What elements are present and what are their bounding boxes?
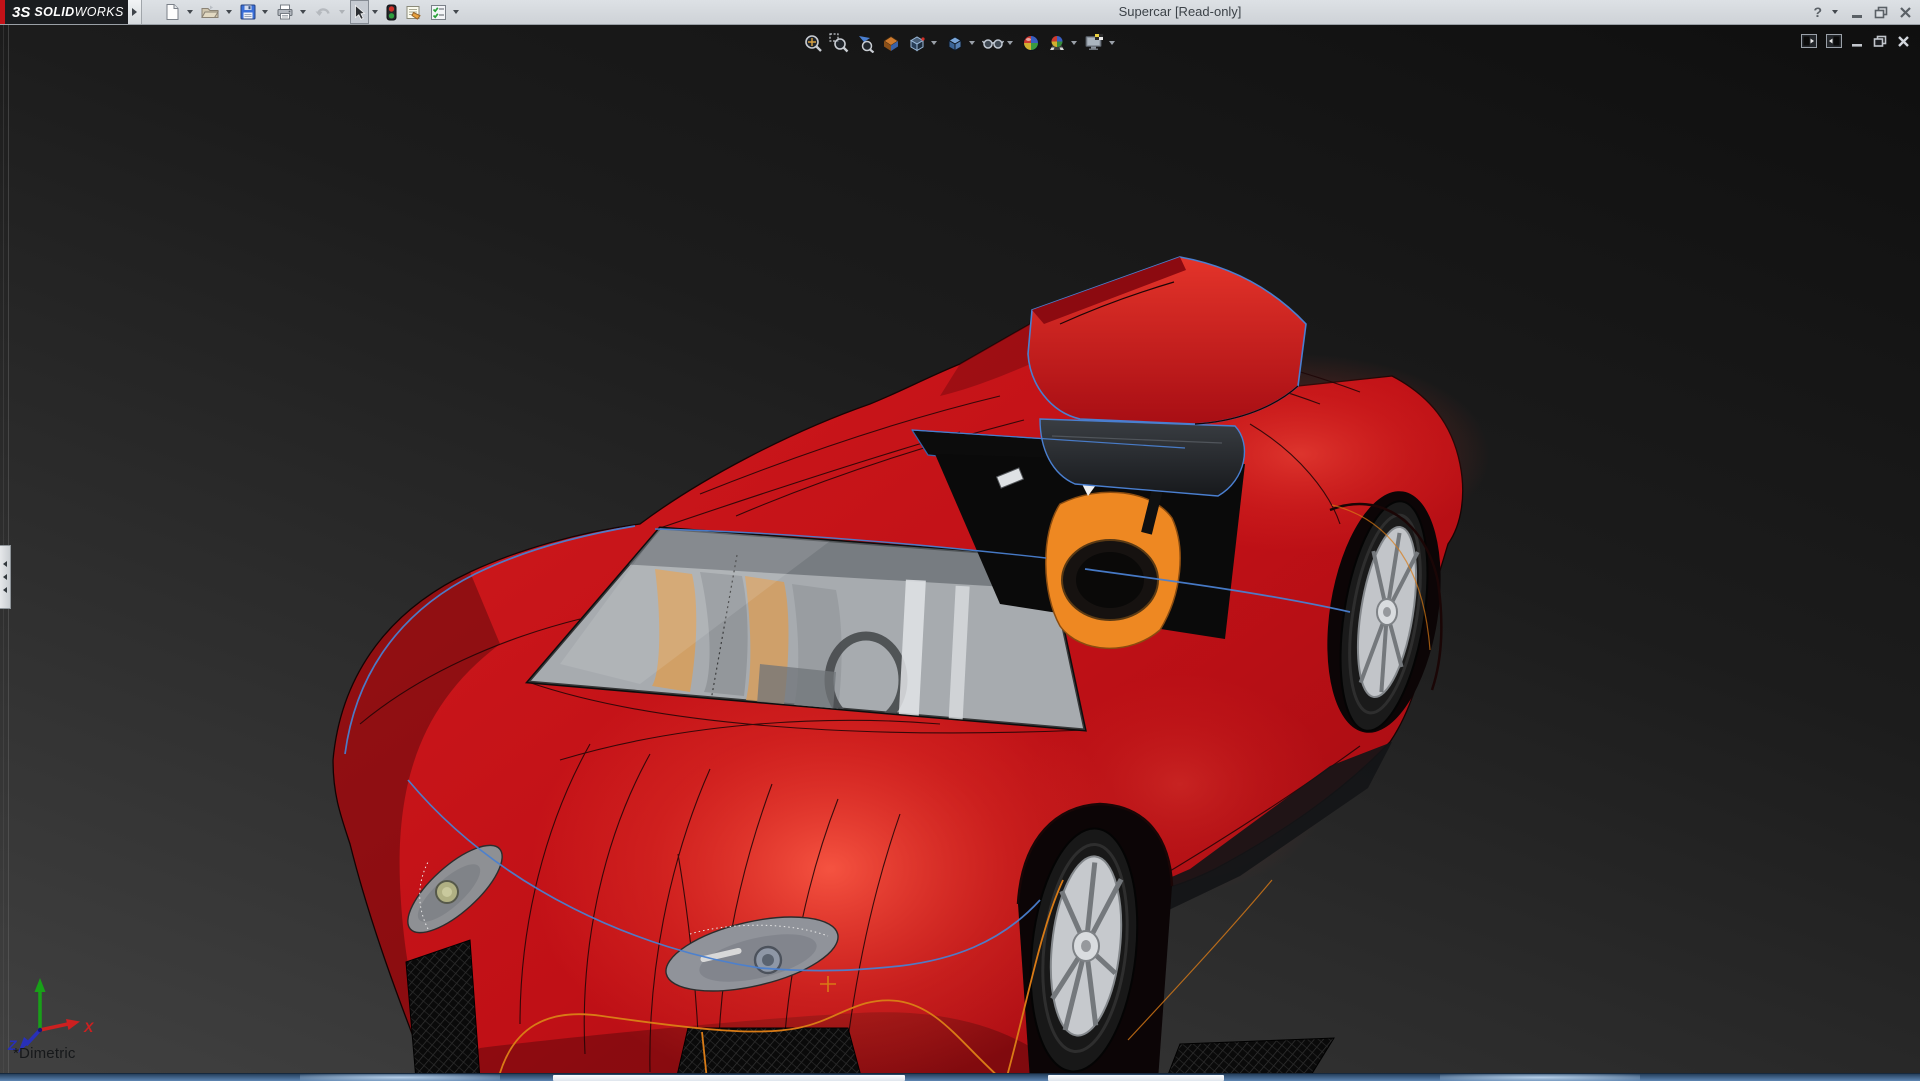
open-document-button[interactable] xyxy=(198,0,223,24)
new-dropdown-caret[interactable] xyxy=(187,10,193,14)
taskbar-segment xyxy=(553,1075,905,1081)
view-orientation-label: *Dimetric xyxy=(13,1045,76,1062)
document-title: Supercar [Read-only] xyxy=(1118,4,1242,19)
help-button[interactable]: ? xyxy=(1811,4,1824,20)
hide-show-items-caret[interactable] xyxy=(1007,41,1013,45)
open-dropdown-caret[interactable] xyxy=(226,10,232,14)
view-orientation-button[interactable] xyxy=(905,31,929,55)
view-orientation-icon xyxy=(910,36,925,52)
display-style-button[interactable] xyxy=(943,31,967,55)
graphics-area[interactable]: X Z *Dimetric xyxy=(0,24,1920,1080)
apply-scene-button[interactable] xyxy=(1045,31,1069,55)
solidworks-window: 3S SOLIDWORKS Supercar [Read-only] ? X Z… xyxy=(0,0,1920,1081)
apply-scene-icon xyxy=(1050,36,1064,50)
zoom-to-fit-button[interactable] xyxy=(801,31,825,55)
display-style-icon xyxy=(948,36,962,52)
previous-view-icon xyxy=(859,36,875,53)
open-folder-icon xyxy=(201,5,219,18)
print-button[interactable] xyxy=(273,0,297,24)
select-dropdown-caret[interactable] xyxy=(372,10,378,14)
view-settings-button[interactable] xyxy=(1083,31,1107,55)
new-document-icon xyxy=(166,4,179,20)
print-icon xyxy=(277,4,293,20)
doc-restore-button[interactable] xyxy=(1873,35,1888,48)
logo-3s-glyph: 3S xyxy=(12,3,31,21)
titlebar: 3S SOLIDWORKS Supercar [Read-only] ? xyxy=(0,0,1920,25)
undo-icon xyxy=(315,7,330,16)
undo-button[interactable] xyxy=(311,0,336,24)
undo-dropdown-caret[interactable] xyxy=(339,10,345,14)
triad-x-label: X xyxy=(83,1019,95,1035)
save-button[interactable] xyxy=(237,0,259,24)
appearance-ball-icon xyxy=(1023,35,1039,51)
document-window-controls xyxy=(1801,34,1910,48)
previous-view-button[interactable] xyxy=(853,31,877,55)
minimize-button[interactable] xyxy=(1848,3,1866,21)
menu-flyout-tab[interactable] xyxy=(128,0,142,24)
glasses-icon xyxy=(982,39,1004,49)
new-document-button[interactable] xyxy=(161,0,184,24)
collapse-pane-left-button[interactable] xyxy=(1801,34,1817,48)
file-properties-icon xyxy=(406,5,421,20)
doc-minimize-button[interactable] xyxy=(1851,35,1864,48)
logo-wordmark: SOLIDWORKS xyxy=(34,5,124,19)
collapse-arrow-icon xyxy=(3,561,7,567)
car-model[interactable] xyxy=(0,24,1920,1080)
display-style-caret[interactable] xyxy=(969,41,975,45)
print-dropdown-caret[interactable] xyxy=(300,10,306,14)
collapse-arrow-icon xyxy=(3,574,7,580)
options-button[interactable] xyxy=(427,0,450,24)
solidworks-logo: 3S SOLIDWORKS xyxy=(0,0,128,24)
zoom-to-area-icon xyxy=(829,33,849,53)
featuremanager-collapse-handle[interactable] xyxy=(0,545,11,609)
section-view-button[interactable] xyxy=(879,31,903,55)
taskbar-segment xyxy=(1048,1075,1224,1081)
options-dropdown-caret[interactable] xyxy=(453,10,459,14)
section-view-icon xyxy=(883,36,899,51)
select-cursor-icon xyxy=(355,4,366,20)
zoom-to-area-button[interactable] xyxy=(827,31,851,55)
options-checklist-icon xyxy=(431,4,446,20)
file-properties-button[interactable] xyxy=(402,0,425,24)
logo-accent-stripe xyxy=(0,0,5,24)
restore-button[interactable] xyxy=(1872,3,1890,21)
save-floppy-icon xyxy=(240,4,256,20)
save-dropdown-caret[interactable] xyxy=(262,10,268,14)
collapse-pane-right-button[interactable] xyxy=(1826,34,1842,48)
help-dropdown-caret[interactable] xyxy=(1832,10,1838,14)
view-settings-caret[interactable] xyxy=(1109,41,1115,45)
app-window-controls: ? xyxy=(1811,0,1914,24)
close-button[interactable] xyxy=(1896,3,1914,21)
hide-show-items-button[interactable] xyxy=(981,31,1005,55)
standard-toolbar xyxy=(160,0,463,24)
rebuild-button[interactable] xyxy=(383,0,400,24)
apply-scene-caret[interactable] xyxy=(1071,41,1077,45)
headsup-view-toolbar xyxy=(800,30,1120,56)
zoom-to-fit-icon xyxy=(805,35,822,52)
edit-appearance-button[interactable] xyxy=(1019,31,1043,55)
view-orientation-caret[interactable] xyxy=(931,41,937,45)
collapse-arrow-icon xyxy=(3,587,7,593)
select-tool-button[interactable] xyxy=(350,0,369,24)
view-settings-icon xyxy=(1085,34,1103,50)
traffic-light-icon xyxy=(386,4,397,20)
doc-close-button[interactable] xyxy=(1897,35,1910,48)
flyout-arrow-icon xyxy=(132,8,137,16)
